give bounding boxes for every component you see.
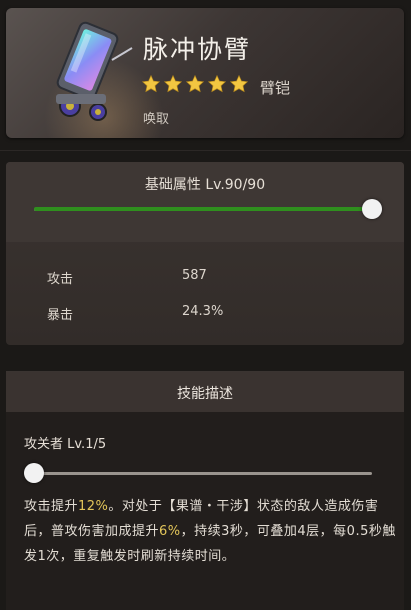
item-source: 唤取 [143,112,170,127]
skill-header: 技能描述 [6,372,404,412]
base-attributes-panel: 基础属性 Lv.90/90 攻击 587 暴击 24.3% [6,162,404,345]
star-icon [185,74,205,93]
star-icon [229,74,249,93]
level-slider[interactable] [34,199,382,219]
skill-name-level: 攻关者 Lv.1/5 [24,437,107,452]
desc-highlight-1: 12% [78,499,109,514]
stat-label-crit: 暴击 [47,308,74,323]
item-card: 脉冲协臂 臂铠 唤取 [6,8,404,138]
level-slider-fill [34,207,372,211]
section-divider [0,150,411,151]
skill-level-slider[interactable] [24,463,372,483]
skill-slider-track [24,472,372,475]
star-icon [163,74,183,93]
pulse-arm-item-icon [56,21,133,121]
desc-text-1: 攻击提升 [24,499,79,514]
base-attributes-title: 基础属性 Lv.90/90 [144,177,266,193]
base-attributes-header: 基础属性 Lv.90/90 [6,162,404,242]
skill-section-title: 技能描述 [177,386,233,402]
item-name: 脉冲协臂 [143,35,252,64]
stat-value-crit: 24.3% [182,304,224,319]
star-icon [141,74,161,93]
stat-value-attack: 587 [182,268,207,283]
item-slot: 臂铠 [260,79,291,97]
skill-description: 攻击提升12%。对处于【果谱・干涉】状态的敌人造成伤害后，普攻伤害加成提升6%，… [24,494,396,569]
stat-label-attack: 攻击 [47,272,74,287]
desc-highlight-2: 6% [159,524,181,539]
star-icon [207,74,227,93]
level-slider-knob[interactable] [362,199,382,219]
skill-slider-knob[interactable] [24,463,44,483]
rarity-stars [141,74,249,94]
skill-panel: 技能描述 攻关者 Lv.1/5 攻击提升12%。对处于【果谱・干涉】状态的敌人造… [6,371,404,610]
